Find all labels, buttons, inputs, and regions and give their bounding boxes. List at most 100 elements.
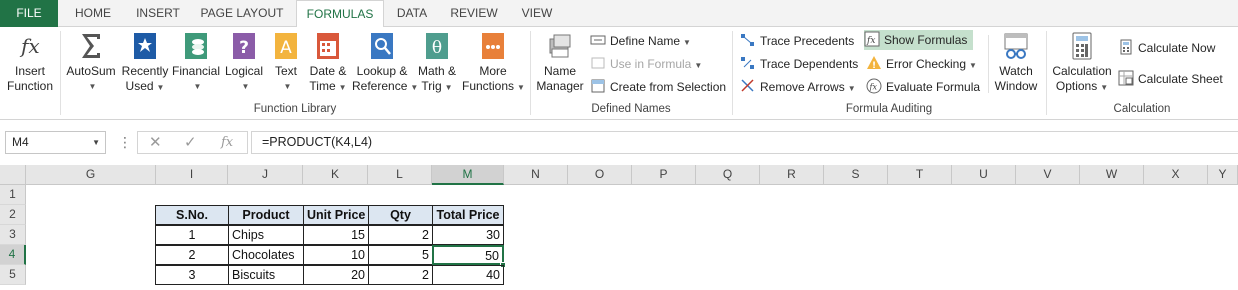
table-header-product[interactable]: Product xyxy=(228,205,304,225)
insert-function-button[interactable]: fx Insert Function xyxy=(4,29,56,101)
name-box[interactable]: M4 ▼ xyxy=(5,131,106,154)
table-cell-total-price[interactable]: 40 xyxy=(432,265,504,285)
table-cell-qty[interactable]: 2 xyxy=(368,225,433,245)
watch-glasses-icon xyxy=(1004,33,1028,59)
table-header-sno[interactable]: S.No. xyxy=(155,205,229,225)
define-name-button[interactable]: Define Name ▼ xyxy=(590,31,691,51)
more-functions-label-1: More xyxy=(479,64,507,78)
more-functions-button[interactable]: More Functions ▼ xyxy=(462,29,525,101)
tab-insert[interactable]: INSERT xyxy=(126,0,190,27)
calculate-now-button[interactable]: Calculate Now xyxy=(1118,38,1215,58)
calculate-now-icon xyxy=(1120,39,1132,55)
confirm-entry-icon[interactable]: ✓ xyxy=(184,133,197,153)
column-header-j[interactable]: J xyxy=(228,165,303,185)
logical-button[interactable]: ? Logical ▼ xyxy=(222,29,266,101)
column-header-y[interactable]: Y xyxy=(1208,165,1238,185)
cancel-entry-icon[interactable]: ✕ xyxy=(149,133,162,153)
column-header-x[interactable]: X xyxy=(1144,165,1208,185)
table-cell-unit-price[interactable]: 20 xyxy=(303,265,369,285)
define-name-dropdown-icon: ▼ xyxy=(683,38,691,47)
column-header-o[interactable]: O xyxy=(568,165,632,185)
column-header-g[interactable]: G xyxy=(26,165,156,185)
row-header-5[interactable]: 5 xyxy=(0,265,26,285)
use-in-formula-button[interactable]: Use in Formula ▼ xyxy=(590,54,702,74)
recently-used-button[interactable]: Recently Used ▼ xyxy=(120,29,170,101)
column-header-r[interactable]: R xyxy=(760,165,824,185)
tab-review[interactable]: REVIEW xyxy=(442,0,506,27)
row-header-2[interactable]: 2 xyxy=(0,205,26,225)
create-from-selection-button[interactable]: Create from Selection xyxy=(590,77,726,97)
column-header-i[interactable]: I xyxy=(156,165,228,185)
table-cell-total-price[interactable]: 30 xyxy=(432,225,504,245)
table-cell-product[interactable]: Chips xyxy=(228,225,304,245)
watch-window-button[interactable]: Watch Window xyxy=(992,29,1040,101)
watch-window-label-1: Watch xyxy=(999,64,1033,78)
tab-file[interactable]: FILE xyxy=(0,0,58,27)
row-header-3[interactable]: 3 xyxy=(0,225,26,245)
column-header-n[interactable]: N xyxy=(504,165,568,185)
text-functions-button[interactable]: A Text ▼ xyxy=(268,29,304,101)
table-cell-unit-price[interactable]: 10 xyxy=(303,245,369,265)
autosum-button[interactable]: AutoSum ▼ xyxy=(64,29,118,101)
row-header-1[interactable]: 1 xyxy=(0,185,26,205)
remove-arrows-dropdown-icon: ▼ xyxy=(847,84,856,93)
table-cell-product[interactable]: Chocolates xyxy=(228,245,304,265)
row-header-4[interactable]: 4 xyxy=(0,245,26,265)
column-header-k[interactable]: K xyxy=(303,165,368,185)
math-trig-label-1: Math & xyxy=(417,64,456,78)
tab-view[interactable]: VIEW xyxy=(510,0,564,27)
column-header-s[interactable]: S xyxy=(824,165,888,185)
remove-arrows-button[interactable]: Remove Arrows ▼ xyxy=(740,77,856,97)
select-all-corner[interactable] xyxy=(0,165,26,185)
column-header-w[interactable]: W xyxy=(1080,165,1144,185)
watch-window-label-2: Window xyxy=(994,79,1038,93)
column-header-l[interactable]: L xyxy=(368,165,432,185)
insert-function-fx-icon[interactable]: fx xyxy=(221,133,233,153)
table-cell-qty[interactable]: 2 xyxy=(368,265,433,285)
svg-text:fx: fx xyxy=(869,83,878,92)
more-functions-dropdown-icon: ▼ xyxy=(517,83,525,92)
table-header-unit-price[interactable]: Unit Price xyxy=(303,205,369,225)
trace-dependents-button[interactable]: Trace Dependents xyxy=(740,54,858,74)
calculation-options-dropdown-icon: ▼ xyxy=(1100,83,1109,92)
formula-bar-resize-handle[interactable]: ⋮ xyxy=(118,134,132,150)
tab-home[interactable]: HOME xyxy=(62,0,124,27)
table-header-total-price[interactable]: Total Price xyxy=(432,205,504,225)
more-dots-icon xyxy=(482,33,504,59)
selected-cell-m4[interactable]: 50 xyxy=(432,245,504,265)
column-header-t[interactable]: T xyxy=(888,165,952,185)
tab-data[interactable]: DATA xyxy=(386,0,438,27)
column-header-q[interactable]: Q xyxy=(696,165,760,185)
column-header-v[interactable]: V xyxy=(1016,165,1080,185)
tab-page-layout[interactable]: PAGE LAYOUT xyxy=(192,0,292,27)
calculation-options-button[interactable]: Calculation Options ▼ xyxy=(1050,29,1114,101)
table-cell-sno[interactable]: 2 xyxy=(155,245,229,265)
error-checking-button[interactable]: ! Error Checking ▼ xyxy=(866,54,977,74)
column-header-m[interactable]: M xyxy=(432,165,504,185)
column-header-p[interactable]: P xyxy=(632,165,696,185)
financial-button[interactable]: Financial ▼ xyxy=(172,29,220,101)
trace-precedents-button[interactable]: Trace Precedents xyxy=(740,31,854,51)
evaluate-formula-button[interactable]: fx Evaluate Formula xyxy=(866,77,980,97)
table-cell-qty[interactable]: 5 xyxy=(368,245,433,265)
financial-coins-icon xyxy=(185,33,207,59)
show-formulas-button[interactable]: fx Show Formulas xyxy=(864,30,974,50)
logical-dropdown-icon: ▼ xyxy=(241,82,250,91)
name-box-dropdown-icon[interactable]: ▼ xyxy=(92,132,100,153)
table-cell-unit-price[interactable]: 15 xyxy=(303,225,369,245)
lookup-reference-button[interactable]: Lookup & Reference ▼ xyxy=(352,29,418,101)
date-time-button[interactable]: Date & Time ▼ xyxy=(306,29,350,101)
table-cell-sno[interactable]: 3 xyxy=(155,265,229,285)
table-cell-product[interactable]: Biscuits xyxy=(228,265,304,285)
function-library-group-label: Function Library xyxy=(253,103,337,115)
table-cell-sno[interactable]: 1 xyxy=(155,225,229,245)
tab-formulas[interactable]: FORMULAS xyxy=(296,0,384,28)
calculation-group-label: Calculation xyxy=(1113,103,1171,115)
calculate-sheet-button[interactable]: Calculate Sheet xyxy=(1118,69,1223,89)
name-manager-button[interactable]: Name Manager xyxy=(534,29,586,101)
table-header-qty[interactable]: Qty xyxy=(368,205,433,225)
formula-input[interactable]: =PRODUCT(K4,L4) xyxy=(251,131,1238,154)
financial-label: Financial xyxy=(172,64,221,78)
column-header-u[interactable]: U xyxy=(952,165,1016,185)
math-trig-button[interactable]: θ Math & Trig ▼ xyxy=(414,29,460,101)
